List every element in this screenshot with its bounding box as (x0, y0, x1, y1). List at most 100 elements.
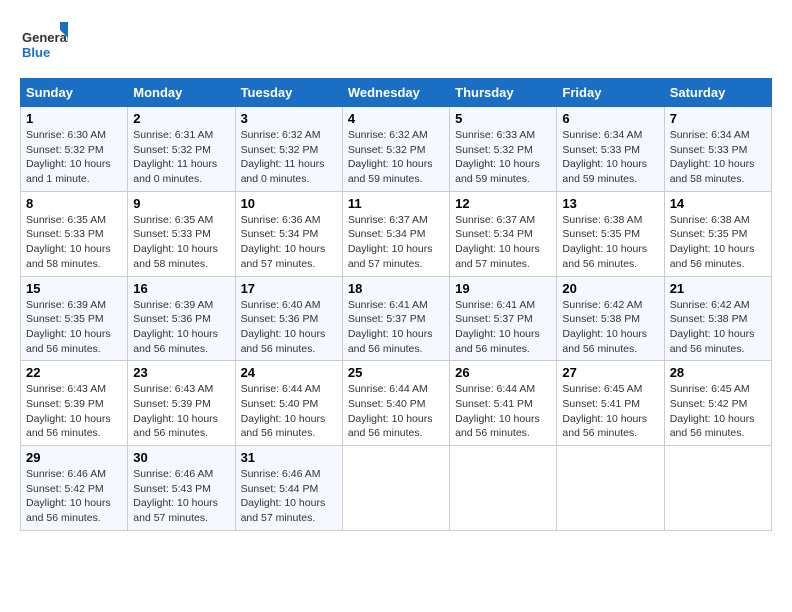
day-number: 4 (348, 111, 444, 126)
day-info: Sunrise: 6:46 AMSunset: 5:43 PMDaylight:… (133, 467, 229, 526)
day-info: Sunrise: 6:34 AMSunset: 5:33 PMDaylight:… (670, 128, 766, 187)
day-number: 11 (348, 196, 444, 211)
col-header-sunday: Sunday (21, 79, 128, 107)
day-info: Sunrise: 6:46 AMSunset: 5:42 PMDaylight:… (26, 467, 122, 526)
day-number: 12 (455, 196, 551, 211)
day-cell: 25 Sunrise: 6:44 AMSunset: 5:40 PMDaylig… (342, 361, 449, 446)
week-row-3: 15 Sunrise: 6:39 AMSunset: 5:35 PMDaylig… (21, 276, 772, 361)
day-info: Sunrise: 6:41 AMSunset: 5:37 PMDaylight:… (348, 298, 444, 357)
day-number: 30 (133, 450, 229, 465)
day-info: Sunrise: 6:38 AMSunset: 5:35 PMDaylight:… (670, 213, 766, 272)
day-info: Sunrise: 6:35 AMSunset: 5:33 PMDaylight:… (133, 213, 229, 272)
day-info: Sunrise: 6:41 AMSunset: 5:37 PMDaylight:… (455, 298, 551, 357)
day-number: 16 (133, 281, 229, 296)
day-number: 8 (26, 196, 122, 211)
day-cell: 29 Sunrise: 6:46 AMSunset: 5:42 PMDaylig… (21, 446, 128, 531)
day-number: 22 (26, 365, 122, 380)
day-info: Sunrise: 6:37 AMSunset: 5:34 PMDaylight:… (348, 213, 444, 272)
day-info: Sunrise: 6:33 AMSunset: 5:32 PMDaylight:… (455, 128, 551, 187)
day-cell: 18 Sunrise: 6:41 AMSunset: 5:37 PMDaylig… (342, 276, 449, 361)
day-number: 18 (348, 281, 444, 296)
day-cell: 13 Sunrise: 6:38 AMSunset: 5:35 PMDaylig… (557, 191, 664, 276)
day-number: 26 (455, 365, 551, 380)
day-number: 7 (670, 111, 766, 126)
logo-graphic: General Blue (20, 20, 68, 68)
day-info: Sunrise: 6:31 AMSunset: 5:32 PMDaylight:… (133, 128, 229, 187)
day-cell: 8 Sunrise: 6:35 AMSunset: 5:33 PMDayligh… (21, 191, 128, 276)
col-header-tuesday: Tuesday (235, 79, 342, 107)
day-number: 13 (562, 196, 658, 211)
day-cell: 11 Sunrise: 6:37 AMSunset: 5:34 PMDaylig… (342, 191, 449, 276)
day-cell: 22 Sunrise: 6:43 AMSunset: 5:39 PMDaylig… (21, 361, 128, 446)
day-cell: 26 Sunrise: 6:44 AMSunset: 5:41 PMDaylig… (450, 361, 557, 446)
day-info: Sunrise: 6:46 AMSunset: 5:44 PMDaylight:… (241, 467, 337, 526)
day-cell: 7 Sunrise: 6:34 AMSunset: 5:33 PMDayligh… (664, 107, 771, 192)
day-number: 2 (133, 111, 229, 126)
day-cell: 3 Sunrise: 6:32 AMSunset: 5:32 PMDayligh… (235, 107, 342, 192)
logo-svg: General Blue (20, 20, 68, 68)
day-number: 29 (26, 450, 122, 465)
day-cell: 24 Sunrise: 6:44 AMSunset: 5:40 PMDaylig… (235, 361, 342, 446)
day-cell (342, 446, 449, 531)
day-info: Sunrise: 6:44 AMSunset: 5:40 PMDaylight:… (241, 382, 337, 441)
col-header-friday: Friday (557, 79, 664, 107)
day-cell (450, 446, 557, 531)
day-cell: 14 Sunrise: 6:38 AMSunset: 5:35 PMDaylig… (664, 191, 771, 276)
day-number: 14 (670, 196, 766, 211)
day-info: Sunrise: 6:44 AMSunset: 5:41 PMDaylight:… (455, 382, 551, 441)
svg-text:Blue: Blue (22, 45, 50, 60)
day-cell: 19 Sunrise: 6:41 AMSunset: 5:37 PMDaylig… (450, 276, 557, 361)
day-info: Sunrise: 6:42 AMSunset: 5:38 PMDaylight:… (562, 298, 658, 357)
day-number: 17 (241, 281, 337, 296)
header-row: SundayMondayTuesdayWednesdayThursdayFrid… (21, 79, 772, 107)
day-cell: 16 Sunrise: 6:39 AMSunset: 5:36 PMDaylig… (128, 276, 235, 361)
day-info: Sunrise: 6:43 AMSunset: 5:39 PMDaylight:… (133, 382, 229, 441)
day-info: Sunrise: 6:36 AMSunset: 5:34 PMDaylight:… (241, 213, 337, 272)
day-number: 31 (241, 450, 337, 465)
day-info: Sunrise: 6:32 AMSunset: 5:32 PMDaylight:… (241, 128, 337, 187)
day-cell: 15 Sunrise: 6:39 AMSunset: 5:35 PMDaylig… (21, 276, 128, 361)
day-info: Sunrise: 6:34 AMSunset: 5:33 PMDaylight:… (562, 128, 658, 187)
day-info: Sunrise: 6:45 AMSunset: 5:42 PMDaylight:… (670, 382, 766, 441)
day-cell: 6 Sunrise: 6:34 AMSunset: 5:33 PMDayligh… (557, 107, 664, 192)
day-info: Sunrise: 6:39 AMSunset: 5:36 PMDaylight:… (133, 298, 229, 357)
day-number: 27 (562, 365, 658, 380)
svg-text:General: General (22, 30, 68, 45)
week-row-4: 22 Sunrise: 6:43 AMSunset: 5:39 PMDaylig… (21, 361, 772, 446)
page-header: General Blue (20, 20, 772, 68)
day-info: Sunrise: 6:42 AMSunset: 5:38 PMDaylight:… (670, 298, 766, 357)
day-number: 25 (348, 365, 444, 380)
col-header-thursday: Thursday (450, 79, 557, 107)
day-info: Sunrise: 6:38 AMSunset: 5:35 PMDaylight:… (562, 213, 658, 272)
col-header-wednesday: Wednesday (342, 79, 449, 107)
day-number: 3 (241, 111, 337, 126)
day-cell: 31 Sunrise: 6:46 AMSunset: 5:44 PMDaylig… (235, 446, 342, 531)
day-cell: 23 Sunrise: 6:43 AMSunset: 5:39 PMDaylig… (128, 361, 235, 446)
day-number: 1 (26, 111, 122, 126)
day-number: 10 (241, 196, 337, 211)
day-info: Sunrise: 6:45 AMSunset: 5:41 PMDaylight:… (562, 382, 658, 441)
day-info: Sunrise: 6:43 AMSunset: 5:39 PMDaylight:… (26, 382, 122, 441)
day-cell: 2 Sunrise: 6:31 AMSunset: 5:32 PMDayligh… (128, 107, 235, 192)
day-number: 28 (670, 365, 766, 380)
day-info: Sunrise: 6:39 AMSunset: 5:35 PMDaylight:… (26, 298, 122, 357)
day-info: Sunrise: 6:44 AMSunset: 5:40 PMDaylight:… (348, 382, 444, 441)
logo: General Blue (20, 20, 68, 68)
day-info: Sunrise: 6:37 AMSunset: 5:34 PMDaylight:… (455, 213, 551, 272)
day-info: Sunrise: 6:40 AMSunset: 5:36 PMDaylight:… (241, 298, 337, 357)
day-cell (557, 446, 664, 531)
day-info: Sunrise: 6:30 AMSunset: 5:32 PMDaylight:… (26, 128, 122, 187)
day-info: Sunrise: 6:32 AMSunset: 5:32 PMDaylight:… (348, 128, 444, 187)
week-row-2: 8 Sunrise: 6:35 AMSunset: 5:33 PMDayligh… (21, 191, 772, 276)
day-cell: 12 Sunrise: 6:37 AMSunset: 5:34 PMDaylig… (450, 191, 557, 276)
day-info: Sunrise: 6:35 AMSunset: 5:33 PMDaylight:… (26, 213, 122, 272)
day-number: 9 (133, 196, 229, 211)
day-cell: 27 Sunrise: 6:45 AMSunset: 5:41 PMDaylig… (557, 361, 664, 446)
day-number: 21 (670, 281, 766, 296)
day-number: 23 (133, 365, 229, 380)
week-row-1: 1 Sunrise: 6:30 AMSunset: 5:32 PMDayligh… (21, 107, 772, 192)
day-cell: 1 Sunrise: 6:30 AMSunset: 5:32 PMDayligh… (21, 107, 128, 192)
day-cell: 4 Sunrise: 6:32 AMSunset: 5:32 PMDayligh… (342, 107, 449, 192)
day-number: 20 (562, 281, 658, 296)
day-cell: 30 Sunrise: 6:46 AMSunset: 5:43 PMDaylig… (128, 446, 235, 531)
